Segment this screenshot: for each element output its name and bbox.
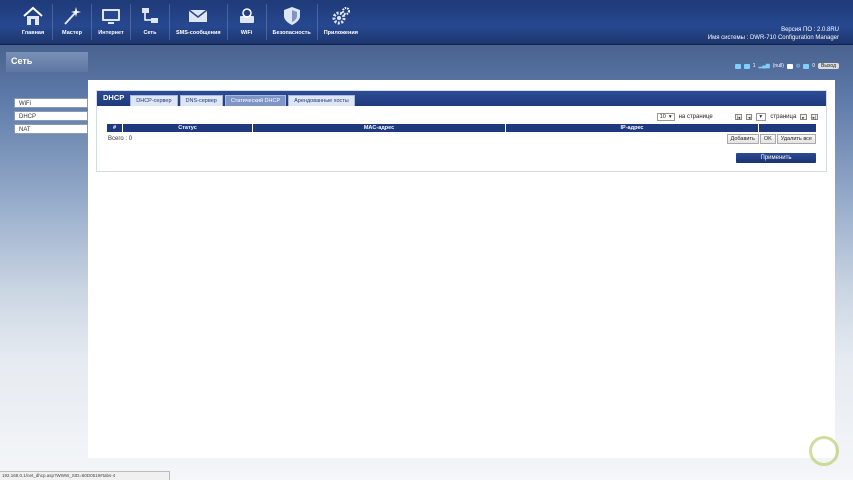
pagination: 10 ▾ на странице |◂ ◂ ▾ страница ▸ ▸| [656,113,818,121]
nav-item-applications[interactable]: Приложения [318,4,364,40]
tab-dns-server[interactable]: DNS-сервер [179,95,223,106]
status-bar-icons: 1 ▂▄▆ (null) ◍ 0 Выход [734,63,839,69]
globe-icon: ◍ [795,63,801,69]
sms-icon [185,4,211,28]
nav-item-wizard[interactable]: Мастер [53,4,92,40]
main-nav: Главная Мастер Интернет Сеть SMS-сообщен… [14,4,364,40]
nav-item-network[interactable]: Сеть [131,4,170,40]
nav-item-security[interactable]: Безопасность [267,4,318,40]
main-content: DHCP DHCP-сервер DNS-сервер Статический … [88,80,835,458]
nav-label-home: Главная [21,30,45,36]
chevron-down-icon: ▾ [759,113,763,120]
nav-label-security: Безопасность [272,30,311,36]
chevron-down-icon: ▾ [668,113,672,120]
sidebar-item-nat[interactable]: NAT [14,124,88,134]
nav-label-network: Сеть [143,30,157,36]
sidebar-title: Сеть [6,52,88,72]
device-icon [743,63,750,69]
nav-item-home[interactable]: Главная [14,4,53,40]
panel-heading: DHCP [103,93,125,102]
sidebar-item-dhcp[interactable]: DHCP [14,111,88,121]
per-page-label: на странице [678,114,713,120]
nav-label-wizard: Мастер [62,30,82,36]
system-name: Имя системы : DWR-710 Configuration Mana… [707,35,839,41]
wifi-icon [234,4,260,28]
apply-button[interactable]: Применить [736,153,816,163]
network-name: (null) [772,63,784,69]
first-page-button[interactable]: |◂ [734,114,743,120]
sidebar-item-wifi[interactable]: WiFi [14,98,88,108]
message-count: 0 [812,63,816,69]
column-header-ip: IP-адрес [506,124,759,132]
logout-button[interactable]: Выход [818,63,839,69]
top-navbar: Главная Мастер Интернет Сеть SMS-сообщен… [0,0,853,45]
nav-label-internet: Интернет [98,30,124,36]
column-header-actions [759,124,816,132]
prev-page-button[interactable]: ◂ [746,114,753,120]
nav-label-applications: Приложения [323,30,358,36]
tab-bar: DHCP DHCP-сервер DNS-сервер Статический … [97,91,826,106]
network-icon [137,4,163,28]
delete-all-button[interactable]: Удалить все [776,134,816,144]
total-count: Всего : 0 [108,136,133,142]
nav-item-wifi[interactable]: WiFi [228,4,267,40]
ok-button[interactable]: OK [759,134,776,144]
tab-static-dhcp[interactable]: Статический DHCP [224,95,287,106]
browser-status-bar: 192.168.0.1/net_dhcp.asp?WWW_SID=80D0519… [0,471,170,480]
shield-icon [279,4,305,28]
connection-icon [734,63,741,69]
sim-icon [786,63,793,69]
next-page-button[interactable]: ▸ [800,114,807,120]
nav-label-sms: SMS-сообщения [176,30,221,36]
signal-icon: ▂▄▆ [758,63,770,69]
wizard-icon [59,4,85,28]
dhcp-panel: DHCP DHCP-сервер DNS-сервер Статический … [96,90,827,172]
tab-dhcp-server[interactable]: DHCP-сервер [130,95,178,106]
last-page-button[interactable]: ▸| [810,114,818,120]
system-info: Версия ПО : 2.0.8RU Имя системы : DWR-71… [708,26,839,42]
message-icon[interactable] [803,63,810,69]
home-icon [20,4,46,28]
column-header-mac: MAC-адрес [253,124,506,132]
watermark-logo [809,436,839,466]
table-actions: Добавить OK Удалить все [726,134,816,144]
column-header-number: # [107,124,123,132]
table-header: # Статус MAC-адрес IP-адрес [107,124,816,132]
nav-item-sms[interactable]: SMS-сообщения [170,4,228,40]
tab-leased-hosts[interactable]: Арендованные хосты [288,95,355,106]
internet-icon [98,4,124,28]
sidebar-menu: WiFi DHCP NAT [14,98,88,137]
nav-label-wifi: WiFi [240,30,253,36]
per-page-select[interactable]: 10 ▾ [656,113,675,121]
nav-item-internet[interactable]: Интернет [92,4,131,40]
device-count: 1 [752,63,756,69]
gear-icon [328,4,354,28]
column-header-status: Статус [123,124,253,132]
page-label: страница [770,114,797,120]
page-select[interactable]: ▾ [756,113,767,121]
firmware-version: Версия ПО : 2.0.8RU [781,27,839,33]
add-button[interactable]: Добавить [726,134,759,144]
